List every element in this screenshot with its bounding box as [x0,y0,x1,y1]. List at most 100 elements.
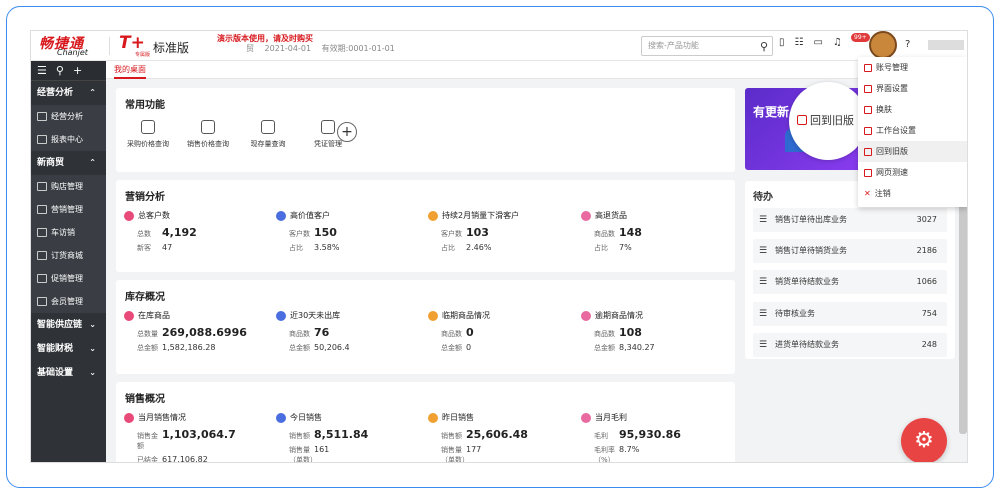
add-icon[interactable]: + [73,64,82,77]
metric-value: 150 [314,226,337,239]
func-sales-price[interactable]: 销售价格查询 [184,120,232,149]
metric-name: 近30天未出库 [290,311,341,320]
todo-card: 待办 ☰ 销售订单待出库业务 3027 ☰ 销售订单待销货业务 2186 ☰ 销货单待结款… [745,181,955,359]
metric[interactable]: 近30天未出库 商品数 76 总金额 50,206.4 [276,310,426,357]
metric-row: 商品数 148 [581,226,731,239]
metric-name: 当月毛利 [595,413,627,422]
store-icon [37,182,47,191]
sales-card: 销售概况 当月销售情况销售金额 1,103,064.7 已结金额 617,106.82… [116,382,735,462]
search-input[interactable]: 搜索-产品功能 ⚲ [641,36,773,56]
mobile-icon[interactable]: ▯ [779,37,785,48]
sidebar-item-store[interactable]: 购店管理 [31,175,106,198]
sidebar-item-reports[interactable]: 报表中心 [31,128,106,151]
func-stock[interactable]: 现存量查询 [244,120,292,149]
metric[interactable]: 持续2月销量下滑客户 客户数 103 占比 2.46% [428,210,578,257]
settings-fab[interactable]: ⚙ [901,418,947,462]
todo-item[interactable]: ☰ 销售订单待销货业务 2186 [753,239,947,263]
metric-label: 占比 [594,244,608,252]
metric[interactable]: 当月毛利 毛利 95,930.86 毛利率（%） 8.7% [581,412,731,462]
stock-icon [261,120,275,134]
metric-label: 客户数 [289,230,310,238]
common-functions-card: 常用功能 采购价格查询 销售价格查询 现存量查询 凭证管理 + [116,88,735,172]
avatar[interactable] [869,31,897,59]
search-icon[interactable]: ⚲ [56,64,64,77]
metric-label: 新客 [137,244,151,252]
metric[interactable]: 昨日销售 销售额 25,606.48 销售量（单数） 177 [428,412,578,462]
metric-row: 总金额 1,582,186.28 [124,343,274,353]
menu-item-workbench[interactable]: 工作台设置 [858,120,967,141]
menu-item-speedtest[interactable]: 网页测速 [858,162,967,183]
sidebar-section-supply[interactable]: 智能供应链 ⌄ [31,313,106,337]
back-to-old-bubble[interactable]: 回到旧版 [789,82,867,160]
todo-item[interactable]: ☰ 待审核业务 754 [753,302,947,326]
metric[interactable]: 当月销售情况销售金额 1,103,064.7 已结金额 617,106.82 [124,412,274,462]
metric[interactable]: 高退货品商品数 148 占比 7% [581,210,731,257]
metric-header: 逾期商品情况 [581,310,731,321]
metric-label: 总金额 [441,344,462,352]
metric[interactable]: 总客户数 总数 4,192 新客 47 [124,210,274,257]
sidebar-item-promo[interactable]: 促销管理 [31,267,106,290]
card-title: 营销分析 [125,192,165,203]
todo-item[interactable]: ☰ 进货单待结款业务 248 [753,333,947,357]
metric-dot-icon [428,412,438,423]
people-icon [37,228,47,237]
metric-value: 76 [314,326,330,339]
bar-icon [37,205,47,214]
sidebar-item-analysis[interactable]: 经营分析 [31,105,106,128]
metric-name: 逾期商品情况 [595,311,643,320]
metric-dot-icon [276,310,286,321]
shirt-icon [864,105,872,114]
menu-item-old-version[interactable]: 回到旧版 [858,141,967,162]
menu-item-ui[interactable]: 界面设置 [858,78,967,99]
tab-desktop[interactable]: 我的桌面 [114,64,146,79]
revert-icon [797,115,807,125]
sidebar-section-trade[interactable]: 新商贸 ⌃ [31,151,106,175]
todo-item[interactable]: ☰ 销售订单待出库业务 3027 [753,208,947,232]
metric-row: 商品数 0 [428,326,578,339]
metric-header: 当月毛利 [581,412,731,423]
metric-row: 销售量（单数） 177 [428,445,578,462]
menu-item-account[interactable]: 账号管理 [858,57,967,78]
metric-dot-icon [276,210,286,221]
todo-item[interactable]: ☰ 销货单待结款业务 1066 [753,270,947,294]
metric-label: 总数 [137,230,151,238]
sidebar-item-marketing[interactable]: 营销管理 [31,198,106,221]
metric-header: 总客户数 [124,210,274,221]
metric-row: 客户数 150 [276,226,426,239]
metric-value: 50,206.4 [314,343,350,352]
metric-header: 高退货品 [581,210,731,221]
metric[interactable]: 高价值客户 客户数 150 占比 3.58% [276,210,426,257]
help-icon[interactable]: ? [905,39,910,50]
revert-icon [864,147,872,156]
scrollbar[interactable] [959,181,967,434]
tasks-icon[interactable]: ☷ [795,37,804,48]
bell-icon[interactable]: ♫ [833,37,842,48]
func-purchase-price[interactable]: 采购价格查询 [124,120,172,149]
notification-badge: 99+ [851,33,870,42]
sidebar-section-finance[interactable]: 智能财税 ⌄ [31,337,106,361]
sidebar-item-mall[interactable]: 订货商城 [31,244,106,267]
metric-header: 今日销售 [276,412,426,423]
sidebar-section-analysis[interactable]: 经营分析 ⌃ [31,81,106,105]
user-menu: 账号管理 界面设置 换肤 工作台设置 回到旧版 网页测速 ✕ 注销 [858,57,967,207]
metric[interactable]: 临期商品情况 商品数 0 总金额 0 [428,310,578,357]
menu-item-logout[interactable]: ✕ 注销 [858,183,967,204]
metric[interactable]: 在库商品 总数量 269,088.6996 总金额 1,582,186.28 [124,310,274,357]
sidebar-item-visit[interactable]: 车访销 [31,221,106,244]
brand-sub: Chanjet [57,48,88,57]
metric[interactable]: 今日销售 销售额 8,511.84 销售量（单数） 161 [276,412,426,462]
metric-label: 总金额 [289,344,310,352]
metric-name: 当月销售情况 [138,413,186,422]
add-function-button[interactable]: + [337,122,357,142]
metric-dot-icon [581,210,591,221]
metric-dot-icon [581,412,591,423]
sidebar-section-settings[interactable]: 基础设置 ⌄ [31,361,106,385]
menu-icon[interactable]: ☰ [37,64,47,77]
sidebar-item-member[interactable]: 会员管理 [31,290,106,313]
metric[interactable]: 逾期商品情况 商品数 108 总金额 8,340.27 [581,310,731,357]
inventory-card: 库存概况 在库商品 总数量 269,088.6996 总金额 1,582,186.28 近… [116,280,735,374]
screen-icon[interactable]: ▭ [813,37,822,48]
search-icon[interactable]: ⚲ [760,38,768,56]
metric-row: 占比 7% [581,243,731,253]
menu-item-skin[interactable]: 换肤 [858,99,967,120]
